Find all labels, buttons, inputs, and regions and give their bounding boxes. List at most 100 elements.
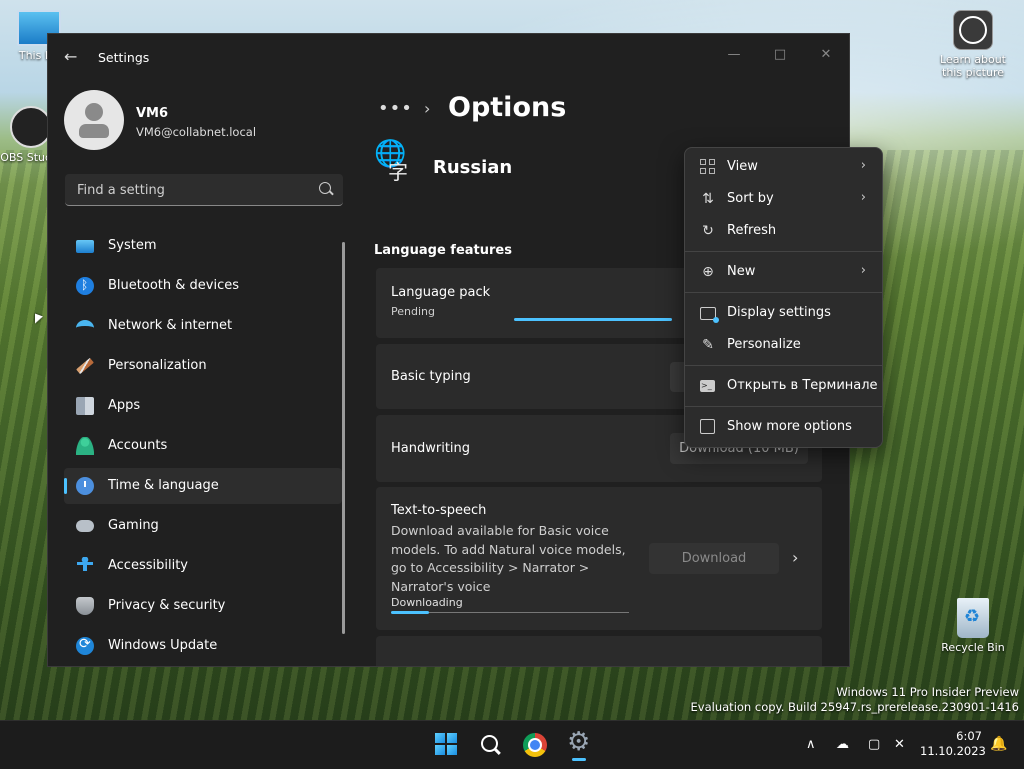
progress-bar-indeterminate — [514, 318, 672, 321]
sort-icon: ⇅ — [702, 191, 714, 207]
sidebar-item-system[interactable]: System — [64, 228, 342, 264]
cloud-icon[interactable]: ☁ — [836, 737, 849, 752]
user-name: VM6 — [136, 106, 169, 121]
display-icon — [76, 240, 94, 253]
sidebar-item-label: Gaming — [108, 518, 159, 533]
feature-title: Basic typing — [391, 369, 471, 384]
refresh-icon: ↻ — [702, 223, 714, 239]
chevron-right-icon: › — [860, 190, 866, 205]
sidebar-item-label: Accounts — [108, 438, 168, 453]
sidebar-scrollbar[interactable] — [342, 242, 345, 634]
menu-item-label: Открыть в Терминале — [727, 378, 878, 393]
shield-icon — [76, 597, 94, 615]
menu-item-open-terminal[interactable]: Открыть в Терминале — [689, 371, 878, 401]
accessibility-icon — [76, 557, 94, 575]
search-box — [65, 174, 343, 206]
minimize-button[interactable]: — — [714, 40, 754, 70]
taskbar-search-icon[interactable] — [474, 729, 506, 761]
notification-bell-icon[interactable]: 🔔 — [990, 736, 1007, 752]
menu-item-label: View — [727, 159, 758, 174]
menu-item-sort-by[interactable]: ⇅ Sort by › — [689, 184, 878, 214]
feature-status: Pending — [391, 305, 435, 318]
settings-gear-icon[interactable] — [563, 727, 595, 761]
feature-title: Handwriting — [391, 441, 471, 456]
display-settings-icon — [700, 307, 719, 323]
chrome-icon[interactable] — [519, 729, 551, 761]
view-grid-icon — [700, 159, 716, 175]
recycle-bin-icon — [957, 598, 989, 638]
desktop-icon-recycle-bin[interactable]: Recycle Bin — [936, 598, 1010, 654]
menu-item-label: Personalize — [727, 337, 801, 352]
sidebar-item-network[interactable]: Network & internet — [64, 308, 342, 344]
sidebar-item-accessibility[interactable]: Accessibility — [64, 548, 342, 584]
bluetooth-icon — [76, 277, 94, 295]
desktop-icon-learn-picture[interactable]: Learn about this picture — [936, 10, 1010, 79]
apps-icon — [76, 397, 94, 415]
feature-next-card — [376, 636, 822, 666]
tts-download-button[interactable]: Download — [649, 543, 779, 574]
tray-overflow-chevron-icon[interactable]: ∧ — [806, 737, 816, 752]
desktop-icon-label: Recycle Bin — [941, 641, 1005, 654]
sidebar-item-windows-update[interactable]: Windows Update — [64, 628, 342, 664]
sidebar-item-apps[interactable]: Apps — [64, 388, 342, 424]
volume-muted-icon[interactable]: ✕ — [894, 737, 905, 752]
clock-globe-icon — [76, 477, 94, 495]
menu-item-show-more-options[interactable]: Show more options — [689, 412, 878, 442]
sidebar-item-label: Privacy & security — [108, 598, 226, 613]
clock-date: 11.10.2023 — [920, 744, 986, 758]
menu-item-label: Sort by — [727, 191, 774, 206]
search-icon[interactable] — [319, 182, 331, 194]
title-bar[interactable]: ← Settings — □ ✕ — [48, 34, 849, 82]
desktop-icon-label: Learn about this picture — [940, 53, 1006, 79]
sidebar-item-bluetooth[interactable]: Bluetooth & devices — [64, 268, 342, 304]
search-input[interactable] — [75, 180, 309, 200]
menu-item-view[interactable]: View › — [689, 152, 878, 182]
camera-icon — [953, 10, 993, 50]
gamepad-icon — [76, 520, 94, 532]
close-button[interactable]: ✕ — [806, 40, 846, 70]
window-title: Settings — [98, 50, 150, 65]
sidebar-item-label: Apps — [108, 398, 141, 413]
breadcrumb-more-button[interactable]: ••• — [378, 98, 413, 119]
sidebar-item-personalization[interactable]: Personalization — [64, 348, 342, 384]
avatar — [64, 90, 124, 150]
network-icon[interactable]: ▢ — [868, 737, 880, 752]
menu-item-display-settings[interactable]: Display settings — [689, 298, 878, 328]
pen-icon: ✎ — [702, 337, 714, 353]
menu-item-refresh[interactable]: ↻ Refresh — [689, 216, 878, 246]
user-email: VM6@collabnet.local — [136, 125, 257, 139]
more-options-icon — [700, 419, 715, 434]
brush-icon — [76, 357, 94, 375]
terminal-icon — [700, 378, 715, 394]
sidebar-item-accounts[interactable]: Accounts — [64, 428, 342, 464]
person-icon — [76, 437, 94, 455]
menu-separator — [685, 292, 882, 293]
start-button[interactable] — [431, 729, 463, 761]
update-icon — [76, 636, 94, 655]
maximize-button[interactable]: □ — [760, 40, 800, 70]
menu-item-personalize[interactable]: ✎ Personalize — [689, 330, 878, 360]
wifi-icon — [76, 320, 94, 336]
taskbar: ∧ ☁ ▢ ✕ 6:07 11.10.2023 🔔 — [0, 720, 1024, 769]
feature-description: Download available for Basic voice model… — [391, 523, 626, 594]
chevron-right-icon[interactable]: › — [792, 548, 798, 567]
sidebar-item-label: Accessibility — [108, 558, 188, 573]
chevron-right-icon: › — [860, 263, 866, 278]
sidebar-item-privacy[interactable]: Privacy & security — [64, 588, 342, 624]
menu-item-new[interactable]: ⊕ New › — [689, 257, 878, 287]
menu-item-label: New — [727, 264, 756, 279]
menu-item-label: Show more options — [727, 419, 852, 434]
arrow-left-icon[interactable]: ← — [64, 49, 80, 65]
feature-status: Downloading — [391, 596, 463, 609]
sidebar-item-time-language[interactable]: Time & language — [64, 468, 342, 504]
new-plus-icon: ⊕ — [702, 264, 714, 280]
progress-fill — [391, 611, 429, 614]
watermark-line1: Windows 11 Pro Insider Preview — [836, 685, 1019, 699]
menu-separator — [685, 365, 882, 366]
clock[interactable]: 6:07 11.10.2023 — [920, 729, 986, 759]
sidebar-item-gaming[interactable]: Gaming — [64, 508, 342, 544]
desktop-watermark: Windows 11 Pro Insider Preview Evaluatio… — [691, 685, 1019, 715]
language-icon: 🌐 字 — [374, 139, 408, 184]
chevron-right-icon: › — [860, 158, 866, 173]
sidebar-item-label: Network & internet — [108, 318, 233, 333]
